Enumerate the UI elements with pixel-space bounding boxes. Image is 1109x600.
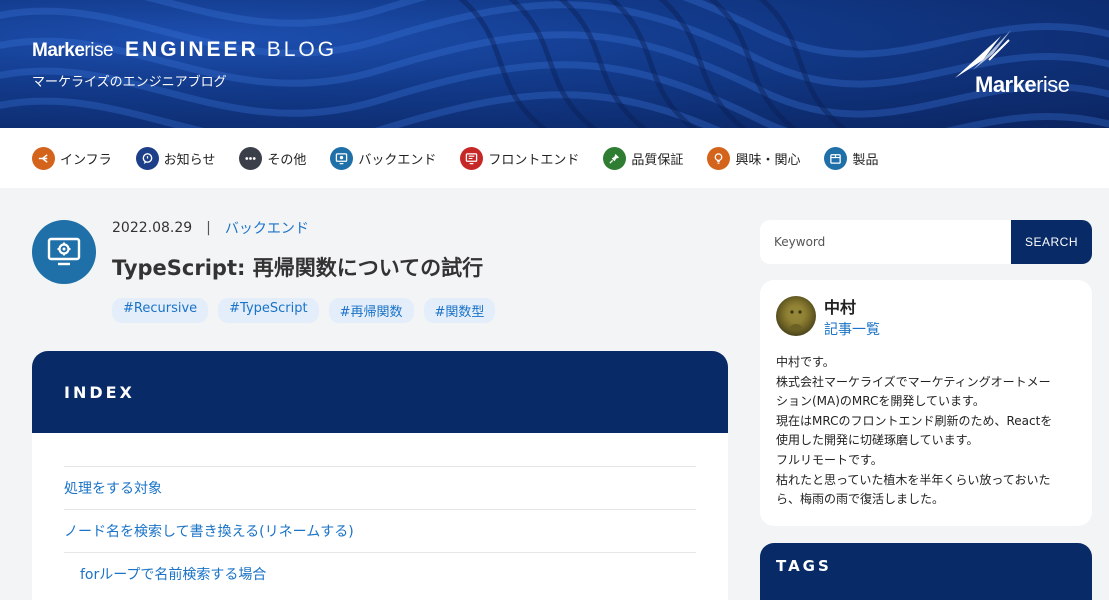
author-card: 中村 記事一覧 中村です。 株式会社マーケライズでマーケティングオートメー ショ… xyxy=(760,280,1092,526)
nav-item-news[interactable]: お知らせ xyxy=(135,146,215,170)
blog-subtitle: マーケライズのエンジニアブログ xyxy=(32,75,227,90)
index-subitem[interactable]: forループで名前検索する場合 xyxy=(64,552,696,595)
monitor-gear-icon xyxy=(330,146,354,170)
search-button[interactable]: SEARCH xyxy=(1011,220,1092,264)
blog-brand[interactable]: Markerise ENGINEER BLOG xyxy=(32,38,337,62)
index-item[interactable]: ノード名を検索して書き換える(リネームする) xyxy=(64,509,696,552)
nav-item-frontend[interactable]: フロントエンド xyxy=(460,146,579,170)
company-logo[interactable]: Markerise xyxy=(951,30,1091,102)
article-date: 2022.08.29 xyxy=(112,220,193,236)
dots-icon xyxy=(239,146,263,170)
article-title: TypeScript: 再帰関数についての試行 xyxy=(112,256,484,280)
lightbulb-icon xyxy=(707,146,731,170)
nav-item-interest[interactable]: 興味・関心 xyxy=(707,146,800,170)
chat-icon xyxy=(135,146,159,170)
article-meta: 2022.08.29 | バックエンド xyxy=(112,218,309,238)
brand-engineer-text: ENGINEER xyxy=(125,38,259,61)
header-banner: Markerise ENGINEER BLOG マーケライズのエンジニアブログ … xyxy=(0,0,1109,128)
tag-typescript[interactable]: #TypeScript xyxy=(218,298,319,323)
tag-recursive-function[interactable]: #再帰関数 xyxy=(328,298,414,323)
category-icon-backend xyxy=(32,220,96,284)
nav-item-backend[interactable]: バックエンド xyxy=(330,146,436,170)
nav-item-qa[interactable]: 品質保証 xyxy=(603,146,683,170)
article-category-link[interactable]: バックエンド xyxy=(225,218,309,238)
author-bio: 中村です。 株式会社マーケライズでマーケティングオートメー ション(MA)のMR… xyxy=(776,355,1053,507)
index-header: INDEX xyxy=(32,351,728,433)
nav-item-other[interactable]: その他 xyxy=(239,146,306,170)
author-name: 中村 xyxy=(824,298,857,317)
pin-icon xyxy=(603,146,627,170)
table-of-contents: INDEX 処理をする対象 ノード名を検索して書き換える(リネームする) for… xyxy=(32,351,728,600)
monitor-icon xyxy=(460,146,484,170)
author-articles-link[interactable]: 記事一覧 xyxy=(824,319,880,339)
index-list: 処理をする対象 ノード名を検索して書き換える(リネームする) forループで名前… xyxy=(32,433,728,595)
nav-item-product[interactable]: 製品 xyxy=(824,146,878,170)
avatar[interactable] xyxy=(776,296,816,336)
article-tags: #Recursive #TypeScript #再帰関数 #関数型 xyxy=(112,298,505,323)
tag-functional[interactable]: #関数型 xyxy=(423,298,496,323)
infra-icon xyxy=(32,146,55,170)
monitor-gear-icon xyxy=(47,237,81,266)
category-nav: インフラ お知らせ その他 バックエンド フロントエンド 品質保証 興味・関心 … xyxy=(0,128,1109,188)
wave-pattern xyxy=(0,0,1109,128)
index-title: INDEX xyxy=(64,382,135,402)
company-logo-text: Markerise xyxy=(975,72,1070,97)
search-input[interactable] xyxy=(760,220,1011,264)
index-item[interactable]: 処理をする対象 xyxy=(64,466,696,509)
brand-blog-text: BLOG xyxy=(266,38,338,61)
meta-separator: | xyxy=(206,220,211,236)
tag-recursive[interactable]: #Recursive xyxy=(112,298,209,323)
nav-item-infra[interactable]: インフラ xyxy=(32,146,112,170)
tags-widget: TAGS xyxy=(760,543,1092,600)
box-icon xyxy=(824,146,848,170)
tags-widget-title: TAGS xyxy=(776,557,832,575)
search-form: SEARCH xyxy=(760,220,1092,264)
brand-logo: Markerise xyxy=(32,40,114,61)
